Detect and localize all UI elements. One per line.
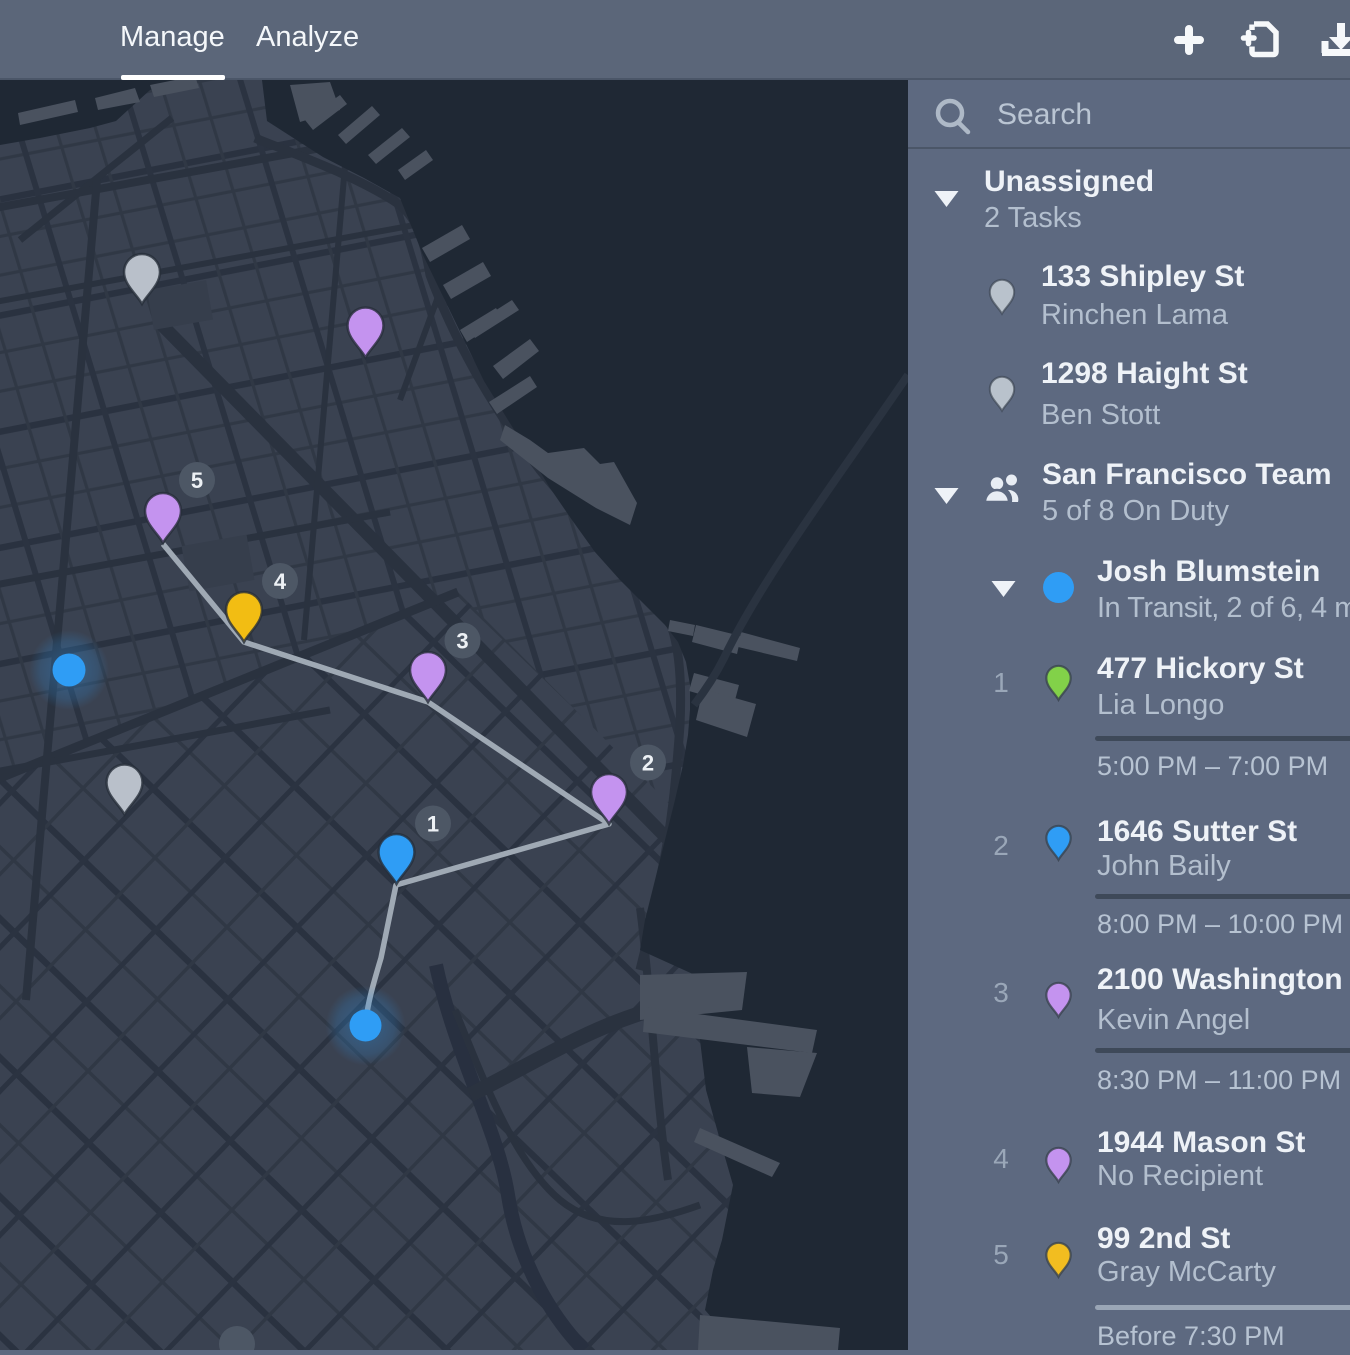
svg-text:2: 2: [642, 751, 654, 776]
svg-text:1: 1: [427, 812, 439, 837]
svg-text:4: 4: [274, 569, 287, 594]
svg-text:5: 5: [191, 468, 203, 493]
svg-text:3: 3: [456, 629, 468, 654]
